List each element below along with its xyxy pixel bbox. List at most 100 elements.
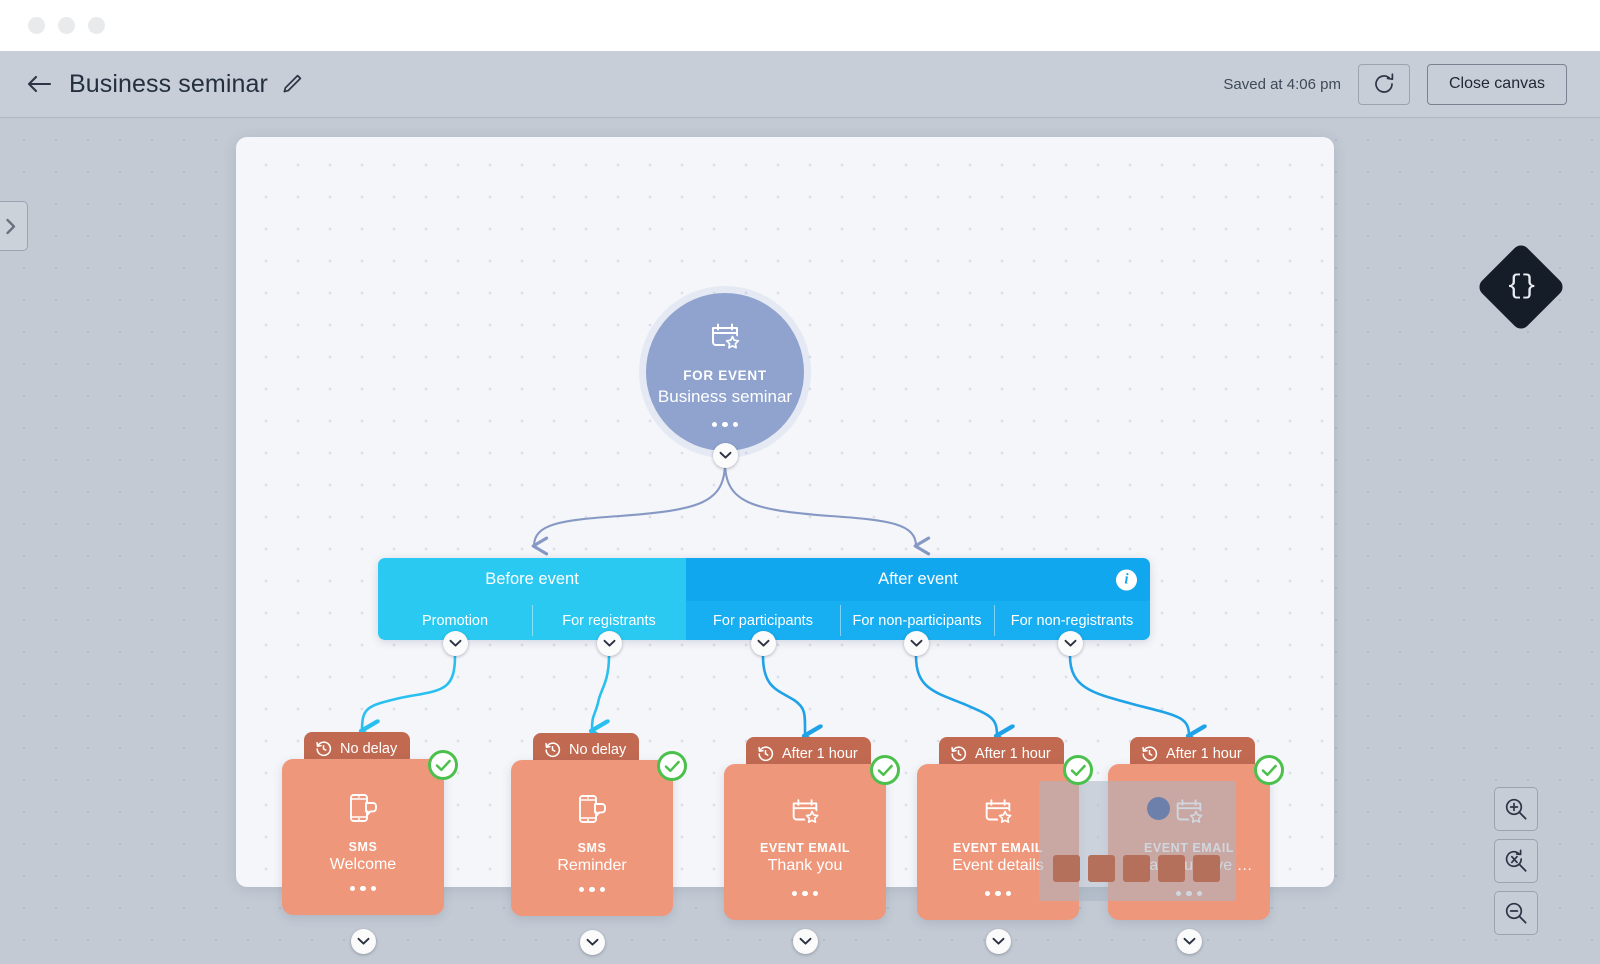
calendar-star-icon	[788, 794, 822, 833]
card-title: Reminder	[557, 857, 626, 875]
minimap[interactable]	[1039, 781, 1236, 901]
trigger-kicker: FOR EVENT	[683, 368, 767, 383]
status-badge[interactable]	[870, 755, 900, 785]
curly-braces-icon: {}	[1506, 272, 1536, 302]
minimap-card	[1158, 855, 1185, 882]
sms-icon	[344, 789, 382, 832]
status-badge[interactable]	[1254, 755, 1284, 785]
chevron-down-icon	[719, 451, 732, 460]
check-icon	[435, 758, 452, 773]
tab-before-event[interactable]: Before event	[378, 558, 686, 601]
phase-row: Before event After event i	[378, 558, 1150, 601]
status-badge[interactable]	[1063, 755, 1093, 785]
zoom-in-button[interactable]	[1494, 787, 1538, 831]
card-expand-button[interactable]	[986, 929, 1011, 954]
card-body[interactable]: SMS Reminder	[511, 760, 673, 916]
canvas-area[interactable]: {}	[0, 118, 1600, 964]
edit-title-button[interactable]	[281, 73, 303, 95]
left-panel-expand-button[interactable]	[0, 201, 28, 251]
window-dot-close[interactable]	[28, 17, 45, 34]
flow-layer: FOR EVENT Business seminar Before event …	[0, 118, 1600, 964]
clock-back-icon	[950, 745, 967, 762]
clock-back-icon	[757, 745, 774, 762]
tab-before-event-label: Before event	[485, 570, 579, 589]
window-dot-maximize[interactable]	[88, 17, 105, 34]
status-badge[interactable]	[657, 751, 687, 781]
subtab-for-non-registrants-expand-button[interactable]	[1058, 631, 1083, 656]
zoom-out-button[interactable]	[1494, 891, 1538, 935]
close-canvas-button[interactable]: Close canvas	[1427, 64, 1567, 105]
subtab-promotion-expand-button[interactable]	[443, 631, 468, 656]
page-title: Business seminar	[69, 70, 268, 99]
chevron-down-icon	[586, 938, 599, 947]
card-expand-button[interactable]	[1177, 929, 1202, 954]
event-phase-tabs: Before event After event i Promotion For…	[378, 558, 1150, 640]
pencil-icon	[281, 73, 303, 95]
card-body[interactable]: EVENT EMAIL Thank you	[724, 764, 886, 920]
delay-label: After 1 hour	[975, 746, 1051, 762]
magnifier-minus-icon	[1503, 900, 1529, 926]
subtab-for-participants-label: For participants	[713, 613, 813, 629]
ellipsis-icon[interactable]	[350, 886, 377, 892]
card-body[interactable]: SMS Welcome	[282, 759, 444, 915]
tab-after-event[interactable]: After event i	[686, 558, 1150, 601]
info-icon[interactable]: i	[1116, 569, 1137, 590]
refresh-icon	[1371, 71, 1397, 97]
check-icon	[877, 763, 894, 778]
ellipsis-icon[interactable]	[712, 422, 739, 428]
arrow-left-icon	[26, 74, 52, 94]
ellipsis-icon[interactable]	[579, 887, 606, 893]
subtab-for-participants-expand-button[interactable]	[751, 631, 776, 656]
card-expand-button[interactable]	[580, 930, 605, 955]
trigger-node[interactable]: FOR EVENT Business seminar	[646, 293, 804, 451]
minimap-card	[1088, 855, 1115, 882]
zoom-reset-button[interactable]	[1494, 839, 1538, 883]
delay-label: After 1 hour	[1166, 746, 1242, 762]
ellipsis-icon[interactable]	[792, 891, 819, 897]
chevron-down-icon	[992, 937, 1005, 946]
chevron-down-icon	[757, 639, 770, 648]
calendar-star-icon	[981, 794, 1015, 833]
chevron-down-icon	[910, 639, 923, 648]
refresh-button[interactable]	[1358, 64, 1410, 105]
chevron-down-icon	[449, 639, 462, 648]
card-kicker: EVENT EMAIL	[953, 841, 1043, 855]
subtab-for-non-registrants-label: For non-registrants	[1011, 613, 1134, 629]
subtab-for-registrants-label: For registrants	[562, 613, 655, 629]
minimap-card	[1123, 855, 1150, 882]
card-expand-button[interactable]	[793, 929, 818, 954]
chevron-down-icon	[1183, 937, 1196, 946]
card-title: Thank you	[768, 857, 843, 875]
tab-after-event-label: After event	[878, 570, 958, 589]
chevron-right-icon	[3, 217, 18, 236]
subtab-promotion-label: Promotion	[422, 613, 488, 629]
delay-label: No delay	[340, 741, 397, 757]
subtab-for-non-participants-label: For non-participants	[853, 613, 982, 629]
app-window: Business seminar Saved at 4:06 pm Close …	[0, 0, 1600, 964]
magnifier-plus-icon	[1503, 796, 1529, 822]
delay-label: After 1 hour	[782, 746, 858, 762]
clock-back-icon	[544, 741, 561, 758]
trigger-expand-button[interactable]	[713, 443, 738, 468]
clock-back-icon	[1141, 745, 1158, 762]
subtab-for-non-participants-expand-button[interactable]	[904, 631, 929, 656]
card-kicker: EVENT EMAIL	[760, 841, 850, 855]
check-icon	[664, 759, 681, 774]
trigger-title: Business seminar	[658, 387, 792, 407]
status-badge[interactable]	[428, 750, 458, 780]
card-expand-button[interactable]	[351, 929, 376, 954]
ellipsis-icon[interactable]	[985, 891, 1012, 897]
minimap-cards	[1053, 855, 1220, 882]
saved-status: Saved at 4:06 pm	[1223, 76, 1341, 93]
sms-icon	[573, 790, 611, 833]
back-button[interactable]	[22, 67, 56, 101]
card-title: Event details	[952, 857, 1044, 875]
clock-back-icon	[315, 740, 332, 757]
subtab-for-registrants-expand-button[interactable]	[597, 631, 622, 656]
header-actions: Saved at 4:06 pm Close canvas	[1223, 64, 1600, 105]
delay-label: No delay	[569, 742, 626, 758]
chevron-down-icon	[799, 937, 812, 946]
chevron-down-icon	[357, 937, 370, 946]
window-dot-minimize[interactable]	[58, 17, 75, 34]
minimap-card	[1053, 855, 1080, 882]
